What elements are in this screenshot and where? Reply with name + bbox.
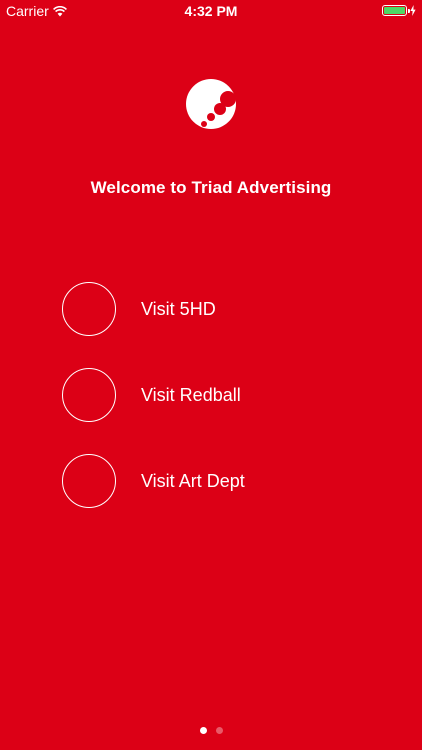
- status-time: 4:32 PM: [184, 3, 238, 19]
- battery-level-fill: [384, 7, 405, 14]
- menu-item-label: Visit Redball: [141, 384, 241, 405]
- welcome-screen: Carrier 4:32 PM Welcome to Triad Adverti…: [0, 0, 422, 750]
- charging-icon: [410, 5, 416, 16]
- visit-art-dept-button[interactable]: Visit Art Dept: [62, 453, 362, 509]
- battery-group: [382, 5, 416, 16]
- triad-logo-icon: [185, 77, 239, 131]
- battery-icon: [382, 5, 410, 16]
- status-bar: Carrier 4:32 PM: [0, 0, 422, 22]
- menu-item-label: Visit Art Dept: [141, 470, 245, 491]
- visit-5hd-button[interactable]: Visit 5HD: [62, 281, 362, 337]
- visit-redball-button[interactable]: Visit Redball: [62, 367, 362, 423]
- page-dot-1[interactable]: [199, 727, 207, 734]
- page-indicator[interactable]: [0, 727, 422, 734]
- menu-circle-icon: [62, 282, 116, 336]
- menu-item-label: Visit 5HD: [141, 298, 216, 319]
- page-dot-2[interactable]: [215, 727, 223, 734]
- menu-circle-icon: [62, 368, 116, 422]
- menu-circle-icon: [62, 454, 116, 508]
- welcome-title: Welcome to Triad Advertising: [90, 178, 332, 197]
